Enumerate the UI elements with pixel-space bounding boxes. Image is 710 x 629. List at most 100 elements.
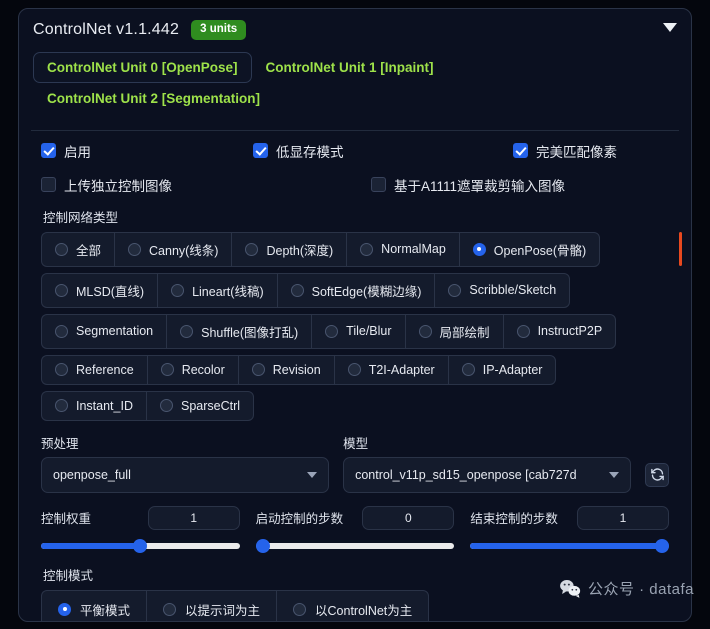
chevron-down-icon-model xyxy=(609,471,620,478)
control-type-softedge[interactable]: SoftEdge(模糊边缘) xyxy=(276,272,435,308)
checkbox-enable-label: 启用 xyxy=(64,144,91,160)
control-type-all-label: 全部 xyxy=(76,243,102,258)
control-type-lineart[interactable]: Lineart(线稿) xyxy=(157,272,277,308)
end-step-label: 结束控制的步数 xyxy=(470,512,558,527)
spacer-4 xyxy=(454,539,470,553)
start-step-input[interactable]: 0 xyxy=(362,505,455,530)
control-type-instant-id-label: Instant_ID xyxy=(76,398,133,413)
control-type-mlsd[interactable]: MLSD(直线) xyxy=(41,272,158,308)
control-type-instructp2p[interactable]: InstructP2P xyxy=(502,313,617,349)
weight-group: 控制权重 1 xyxy=(41,505,240,530)
control-type-ip-adapter[interactable]: IP-Adapter xyxy=(447,354,557,385)
control-type-shuffle[interactable]: Shuffle(图像打乱) xyxy=(166,313,312,349)
radio-icon-inpaint xyxy=(418,324,432,338)
control-type-revision[interactable]: Revision xyxy=(237,354,334,385)
control-mode-balanced[interactable]: 平衡模式 xyxy=(41,589,147,621)
checkbox-upload-independent[interactable]: 上传独立控制图像 xyxy=(41,175,371,195)
control-type-revision-label: Revision xyxy=(272,362,321,377)
control-type-t2i-adapter[interactable]: T2I-Adapter xyxy=(333,354,448,385)
radio-icon-revision xyxy=(251,363,265,377)
preprocessor-dropdown[interactable]: openpose_full xyxy=(41,456,330,493)
checkbox-enable[interactable]: 启用 xyxy=(41,141,253,161)
model-dropdown[interactable]: control_v11p_sd15_openpose [cab727d xyxy=(343,456,632,493)
control-type-recolor[interactable]: Recolor xyxy=(146,354,238,385)
start-step-slider-thumb[interactable] xyxy=(255,538,270,553)
control-mode-balanced-label: 平衡模式 xyxy=(80,603,131,618)
page-title: ControlNet v1.1.442 xyxy=(33,20,180,38)
control-type-depth[interactable]: Depth(深度) xyxy=(231,231,347,267)
weight-slider-thumb[interactable] xyxy=(133,538,148,553)
weight-slider[interactable] xyxy=(41,538,240,553)
control-mode-area: 控制模式 平衡模式 以提示词为主 以ControlNet为主 xyxy=(41,565,669,621)
chevron-down-icon-preprocessor xyxy=(307,471,318,478)
tab-row-bottom: ControlNet Unit 2 [Segmentation] xyxy=(33,83,677,114)
control-mode-prompt-priority[interactable]: 以提示词为主 xyxy=(146,589,277,621)
checkbox-row-primary: 启用 低显存模式 完美匹配像素 xyxy=(41,141,669,161)
radio-icon-lineart xyxy=(171,283,185,297)
chevron-down-icon[interactable] xyxy=(663,23,677,32)
control-mode-group: 平衡模式 以提示词为主 以ControlNet为主 xyxy=(41,589,669,621)
weight-label: 控制权重 xyxy=(41,512,92,527)
control-type-normalmap[interactable]: NormalMap xyxy=(346,231,459,267)
radio-icon-all xyxy=(55,242,68,256)
start-step-slider[interactable] xyxy=(255,538,455,553)
radio-icon-ip-adapter xyxy=(461,363,475,377)
control-type-reference[interactable]: Reference xyxy=(41,354,147,385)
check-icon-pixel-perfect xyxy=(513,143,528,159)
checkbox-pixel-perfect[interactable]: 完美匹配像素 xyxy=(513,141,617,161)
control-type-inpaint[interactable]: 局部绘制 xyxy=(404,313,503,349)
radio-icon-controlnet-priority xyxy=(293,602,307,616)
control-type-shuffle-label: Shuffle(图像打乱) xyxy=(201,325,299,340)
weight-input[interactable]: 1 xyxy=(147,505,240,530)
controlnet-panel: ControlNet v1.1.442 3 units ControlNet U… xyxy=(18,8,692,622)
control-type-scribble[interactable]: Scribble/Sketch xyxy=(434,272,571,308)
radio-icon-segmentation xyxy=(55,324,68,338)
units-badge: 3 units xyxy=(191,20,247,40)
control-mode-prompt-priority-label: 以提示词为主 xyxy=(185,603,261,618)
control-type-label: 控制网络类型 xyxy=(43,210,119,225)
control-type-row-2: MLSD(直线) Lineart(线稿) SoftEdge(模糊边缘) Scri… xyxy=(41,272,669,308)
control-type-row-3: Segmentation Shuffle(图像打乱) Tile/Blur 局部绘… xyxy=(41,313,669,349)
control-type-all[interactable]: 全部 xyxy=(41,231,115,267)
tab-unit-0[interactable]: ControlNet Unit 0 [OpenPose] xyxy=(33,51,252,83)
slider-tracks-row xyxy=(41,538,670,553)
radio-icon-shuffle xyxy=(180,324,194,338)
control-type-lineart-label: Lineart(线稿) xyxy=(192,284,264,299)
start-step-group: 启动控制的步数 0 xyxy=(256,505,455,530)
control-type-tile-blur-label: Tile/Blur xyxy=(346,324,392,339)
end-step-slider-fill xyxy=(470,542,670,549)
control-mode-controlnet-priority[interactable]: 以ControlNet为主 xyxy=(276,589,430,621)
control-type-canny-label: Canny(线条) xyxy=(149,243,219,258)
tab-unit-2[interactable]: ControlNet Unit 2 [Segmentation] xyxy=(33,83,274,114)
end-step-slider[interactable] xyxy=(470,538,670,553)
end-step-input[interactable]: 1 xyxy=(577,505,670,530)
control-type-segmentation[interactable]: Segmentation xyxy=(41,313,167,349)
radio-icon-reference xyxy=(55,363,68,377)
tab-unit-1[interactable]: ControlNet Unit 1 [Inpaint] xyxy=(252,52,448,83)
control-type-canny[interactable]: Canny(线条) xyxy=(114,231,232,267)
radio-icon-softedge xyxy=(290,283,304,297)
radio-icon-normalmap xyxy=(360,242,374,256)
check-icon-lowvram xyxy=(253,143,268,159)
radio-icon-instant-id xyxy=(55,399,68,413)
checkbox-row-secondary: 上传独立控制图像 基于A1111遮罩裁剪输入图像 xyxy=(41,175,669,195)
weight-slider-fill xyxy=(41,542,141,549)
checkbox-upload-independent-label: 上传独立控制图像 xyxy=(64,178,172,194)
control-type-segmentation-label: Segmentation xyxy=(76,324,154,339)
checkbox-pixel-perfect-label: 完美匹配像素 xyxy=(536,144,617,160)
control-type-sparsectrl[interactable]: SparseCtrl xyxy=(145,390,255,421)
end-step-slider-thumb[interactable] xyxy=(655,538,670,553)
control-type-openpose-label: OpenPose(骨骼) xyxy=(493,243,587,258)
control-type-t2i-adapter-label: T2I-Adapter xyxy=(368,362,435,377)
control-type-instant-id[interactable]: Instant_ID xyxy=(41,390,146,421)
refresh-icon xyxy=(650,468,664,481)
end-step-group: 结束控制的步数 1 xyxy=(470,505,670,530)
checkbox-lowvram-label: 低显存模式 xyxy=(276,144,344,160)
refresh-models-button[interactable] xyxy=(645,462,670,487)
radio-icon-instructp2p xyxy=(516,324,530,338)
control-type-tile-blur[interactable]: Tile/Blur xyxy=(311,313,405,349)
checkbox-a1111-mask-crop[interactable]: 基于A1111遮罩裁剪输入图像 xyxy=(371,175,565,195)
control-type-openpose[interactable]: OpenPose(骨骼) xyxy=(458,231,601,267)
checkbox-lowvram[interactable]: 低显存模式 xyxy=(253,141,513,161)
spacer-3 xyxy=(240,539,256,553)
